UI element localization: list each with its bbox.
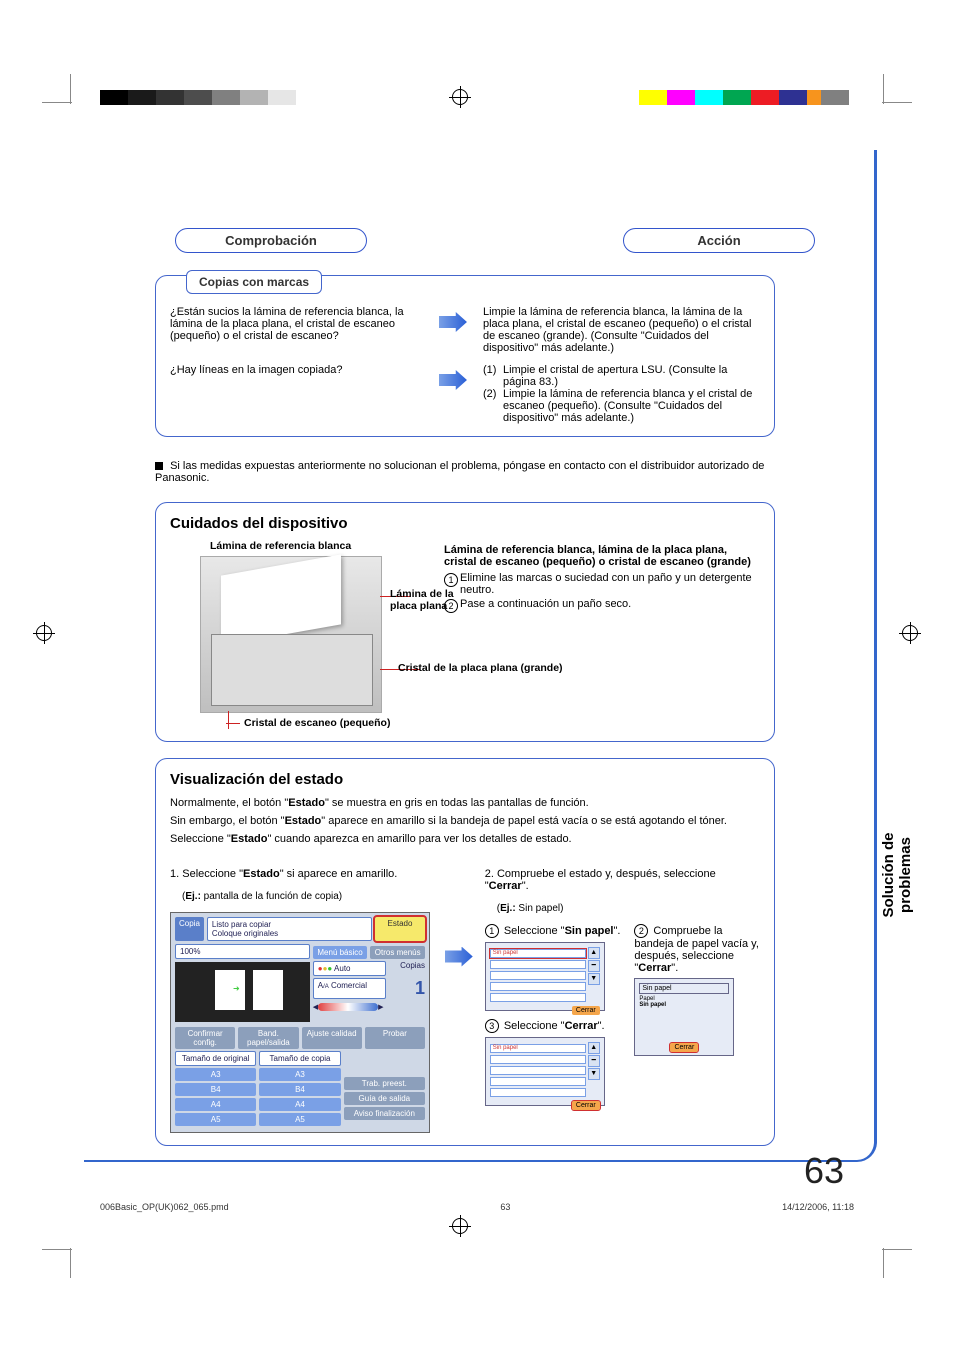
copy-size-label: Tamaño de copia <box>259 1051 340 1066</box>
status-panel-1: Sin papel ▲━▼ Cerrar <box>485 942 605 1011</box>
size-a4[interactable]: A4 <box>175 1098 256 1111</box>
registration-mark-right <box>902 625 918 641</box>
marks-section-title: Copias con marcas <box>186 270 322 294</box>
care-title: Cuidados del dispositivo <box>170 515 760 532</box>
color-bar-right <box>639 90 849 105</box>
bullet-icon <box>155 462 163 470</box>
copias-label: Copias <box>389 961 425 976</box>
registration-mark-bottom <box>452 1218 468 1234</box>
no-paper-row[interactable]: Sin papel <box>490 949 586 958</box>
marks-q2: ¿Hay líneas en la imagen copiada? <box>170 364 423 424</box>
page-number: 63 <box>804 1150 844 1192</box>
status-panel-3: Sin papel ▲━▼ Cerrar <box>485 1037 605 1106</box>
status-sub2: 2 Compruebe la bandeja de papel vacía y,… <box>634 924 760 974</box>
notify-button[interactable]: Aviso finalización <box>344 1107 425 1120</box>
footer-file: 006Basic_OP(UK)062_065.pmd <box>100 1202 229 1212</box>
copy-screen: Copia Listo para copiarColoque originale… <box>170 912 430 1133</box>
preset-button[interactable]: Trab. preest. <box>344 1077 425 1090</box>
care-right-title: Lámina de referencia blanca, lámina de l… <box>444 544 760 568</box>
output-guide-button[interactable]: Guía de salida <box>344 1092 425 1105</box>
marks-section: Copias con marcas ¿Están sucios la lámin… <box>155 275 775 437</box>
status-step1-ex: (Ej.: pantalla de la función de copia) <box>182 891 433 902</box>
copy-ready: Listo para copiarColoque originales <box>207 917 372 941</box>
size-a3[interactable]: A3 <box>175 1068 256 1081</box>
footer: 006Basic_OP(UK)062_065.pmd 63 14/12/2006… <box>100 1202 854 1212</box>
orig-size-label: Tamaño de original <box>175 1051 256 1066</box>
copy-count: 1 <box>389 978 425 999</box>
registration-mark-top <box>452 89 468 105</box>
care-label-scan-glass: Cristal de escaneo (pequeño) <box>226 717 430 729</box>
size-a5[interactable]: A5 <box>175 1113 256 1126</box>
status-intro3: Seleccione "Estado" cuando aparezca en a… <box>170 832 760 847</box>
estado-button[interactable]: Estado <box>375 917 425 941</box>
panel-header: Sin papel <box>639 983 729 994</box>
other-menus-button[interactable]: Otros menús <box>370 946 425 959</box>
marks-a1: Limpie la lámina de referencia blanca, l… <box>483 306 760 354</box>
close-button[interactable]: Cerrar <box>572 1101 600 1110</box>
footer-date: 14/12/2006, 11:18 <box>782 1202 854 1212</box>
side-tab: Solución de problemas <box>880 800 914 950</box>
status-intro2: Sin embargo, el botón "Estado" aparece e… <box>170 814 760 829</box>
status-step1: 1. Seleccione "Estado" si aparece en ama… <box>170 868 433 880</box>
menu-basic-button[interactable]: Menú básico <box>313 946 368 959</box>
service-note-row: Si las medidas expuestas anteriormente n… <box>155 460 765 484</box>
status-sub3: 3 Seleccione "Cerrar". <box>485 1019 625 1033</box>
size-b4[interactable]: B4 <box>175 1083 256 1096</box>
service-note: Si las medidas expuestas anteriormente n… <box>155 460 764 484</box>
close-button[interactable]: Cerrar <box>670 1043 698 1052</box>
marks-a2-2: Limpie la lámina de referencia blanca y … <box>503 388 752 424</box>
marks-a2-1: Limpie el cristal de apertura LSU. (Cons… <box>503 364 727 388</box>
care-section: Cuidados del dispositivo Lámina de refer… <box>155 502 775 742</box>
close-button[interactable]: Cerrar <box>572 1006 600 1015</box>
copy-preview: ➜ <box>175 962 310 1022</box>
heading-row: Comprobación Acción <box>175 228 815 253</box>
confirm-button[interactable]: Confirmar config. <box>175 1027 235 1049</box>
footer-page: 63 <box>500 1202 510 1212</box>
probe-button[interactable]: Probar <box>365 1027 425 1049</box>
status-section: Visualización del estado Normalmente, el… <box>155 758 775 1146</box>
quality-button[interactable]: Ajuste calidad <box>302 1027 362 1049</box>
device-photo <box>200 556 382 713</box>
registration-mark-left <box>36 625 52 641</box>
status-sub1: 1 Seleccione "Sin papel". <box>485 924 625 938</box>
marks-q1: ¿Están sucios la lámina de referencia bl… <box>170 306 423 354</box>
arrow-icon <box>439 312 467 332</box>
care-label-platen-glass: Cristal de la placa plana (grande) <box>398 662 598 674</box>
status-title: Visualización del estado <box>170 771 760 788</box>
status-intro1: Normalmente, el botón "Estado" se muestr… <box>170 796 760 811</box>
care-step1: Elimine las marcas o suciedad con un pañ… <box>460 572 752 596</box>
heading-action: Acción <box>623 228 815 253</box>
zoom-label[interactable]: 100% <box>175 944 310 959</box>
arrow-icon <box>439 370 467 390</box>
heading-check: Comprobación <box>175 228 367 253</box>
tray-button[interactable]: Band. papel/salida <box>238 1027 298 1049</box>
status-step2-ex: (Ej.: Sin papel) <box>497 903 760 914</box>
status-step2: 2. Compruebe el estado y, después, selec… <box>485 868 760 892</box>
color-bar-left <box>100 90 296 105</box>
care-label-white: Lámina de referencia blanca <box>210 540 430 552</box>
care-step2: Pase a continuación un paño seco. <box>460 598 631 610</box>
status-panel-2: Sin papel PapelSin papel Cerrar <box>634 978 734 1056</box>
arrow-icon <box>445 947 473 967</box>
copy-tab[interactable]: Copia <box>175 917 204 941</box>
